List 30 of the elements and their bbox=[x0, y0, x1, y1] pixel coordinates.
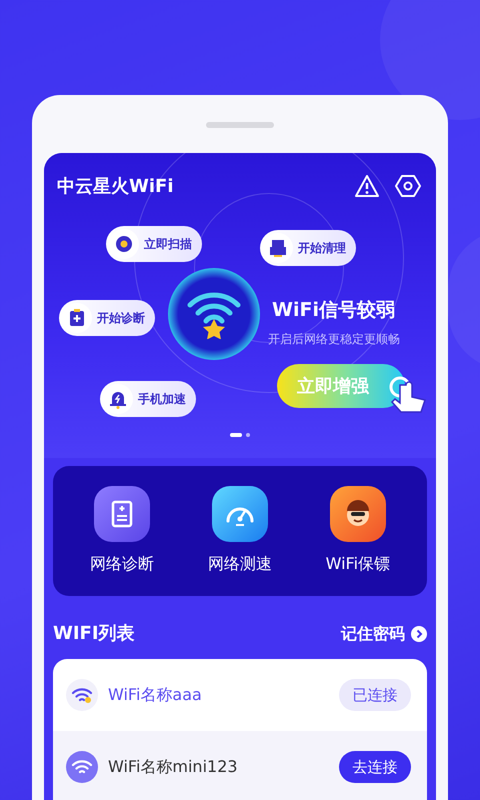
quick-action-pill[interactable]: 开始诊断 bbox=[59, 300, 155, 336]
tool-label[interactable]: 网络诊断 bbox=[90, 552, 154, 576]
wifi-network-row[interactable]: WiFi名称aaa 已连接 bbox=[53, 659, 427, 731]
clean-icon bbox=[268, 238, 288, 258]
guard-tool-icon[interactable] bbox=[330, 486, 386, 542]
warning-icon[interactable] bbox=[354, 173, 380, 198]
wifi-network-row[interactable]: WiFi名称mini123 去连接 bbox=[53, 731, 427, 800]
diagnose-icon bbox=[67, 308, 87, 328]
diagnose-tool-icon[interactable] bbox=[94, 486, 150, 542]
chevron-circle-icon bbox=[411, 626, 427, 642]
scan-icon bbox=[114, 234, 134, 254]
speed-tool-icon[interactable] bbox=[212, 486, 268, 542]
signal-status-subtitle: 开启后网络更稳定更顺畅 bbox=[268, 331, 400, 348]
quick-action-pill[interactable]: 立即扫描 bbox=[106, 226, 202, 262]
connected-button[interactable]: 已连接 bbox=[339, 679, 411, 711]
quick-action-pill[interactable]: 开始清理 bbox=[260, 230, 356, 266]
remember-password-link[interactable]: 记住密码 bbox=[341, 622, 427, 646]
app-title: 中云星火WiFi bbox=[57, 175, 174, 199]
signal-status-title: WiFi信号较弱 bbox=[272, 298, 395, 323]
network-name: WiFi名称mini123 bbox=[108, 756, 239, 778]
tool-label[interactable]: 网络测速 bbox=[208, 552, 272, 576]
connect-button[interactable]: 去连接 bbox=[339, 751, 411, 783]
wifi-list-title: WIFI列表 bbox=[53, 622, 135, 646]
quick-action-pill[interactable]: 手机加速 bbox=[100, 381, 196, 417]
settings-icon[interactable] bbox=[395, 173, 421, 198]
network-name: WiFi名称aaa bbox=[108, 684, 203, 706]
tool-label[interactable]: WiFi保镖 bbox=[326, 552, 390, 576]
boost-icon bbox=[108, 389, 128, 409]
speaker-slot bbox=[206, 122, 274, 128]
pager-dot[interactable] bbox=[246, 433, 250, 437]
